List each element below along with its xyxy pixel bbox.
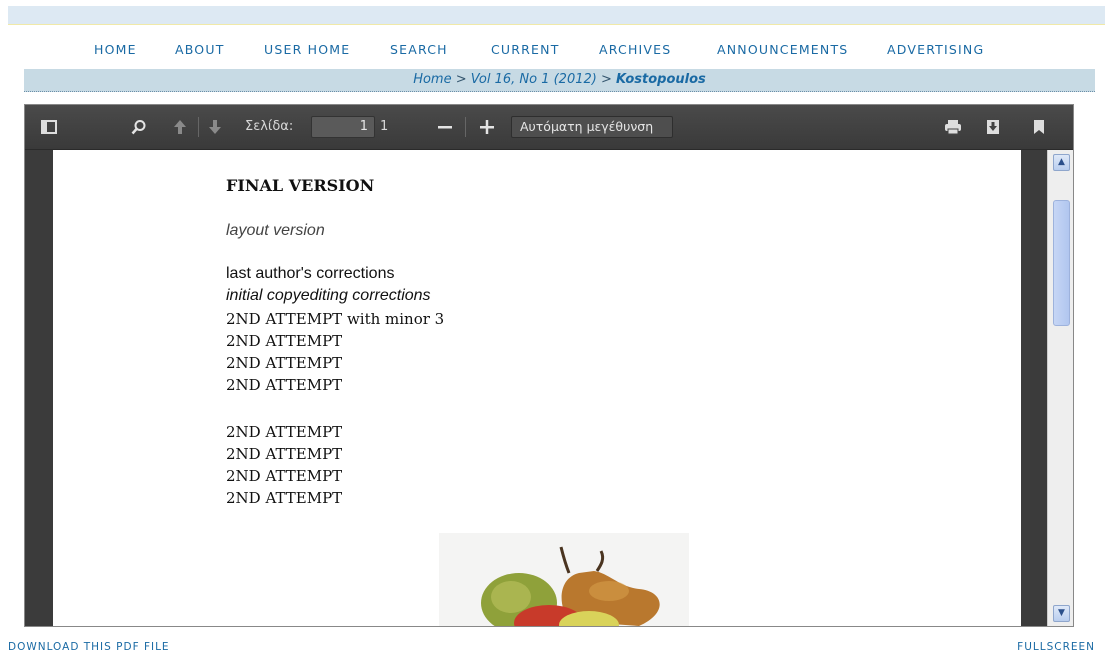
breadcrumb-separator: > [451,72,471,87]
page-number-input[interactable]: 1 [311,116,375,138]
download-pdf-link[interactable]: DOWNLOAD THIS PDF FILE [8,641,170,653]
download-icon[interactable] [983,117,1003,137]
doc-line: 2ND ATTEMPT [226,354,343,372]
page-label: Σελίδα: [245,119,294,134]
nav-search[interactable]: SEARCH [390,42,448,57]
doc-title: FINAL VERSION [226,176,375,195]
doc-line: 2ND ATTEMPT [226,489,343,507]
nav-about[interactable]: ABOUT [175,42,225,57]
zoom-out-icon[interactable] [435,117,455,137]
scroll-down-icon[interactable]: ▼ [1053,605,1070,622]
toolbar-divider [198,117,199,137]
pears-image [439,533,689,626]
search-icon[interactable] [129,117,149,137]
doc-line: 2ND ATTEMPT [226,445,343,463]
doc-line: last author's corrections [226,265,395,282]
nav-user-home[interactable]: USER HOME [264,42,350,57]
doc-line: 2ND ATTEMPT [226,467,343,485]
doc-line: 2ND ATTEMPT [226,332,343,350]
doc-subtitle: layout version [226,222,325,239]
doc-line: 2ND ATTEMPT [226,376,343,394]
bookmark-icon[interactable] [1029,117,1049,137]
viewer-canvas: FINAL VERSION layout version last author… [25,150,1047,626]
next-page-icon[interactable] [205,117,225,137]
vertical-scrollbar[interactable]: ▲ ▼ [1047,150,1073,626]
viewer-toolbar: Σελίδα: 1 1 Αυτόματη μεγέθυνση [25,105,1073,150]
zoom-select[interactable]: Αυτόματη μεγέθυνση [511,116,673,138]
breadcrumb-issue[interactable]: Vol 16, No 1 (2012) [471,72,597,87]
page-total: 1 [380,119,389,134]
scroll-up-icon[interactable]: ▲ [1053,154,1070,171]
nav-archives[interactable]: ARCHIVES [599,42,671,57]
breadcrumb-home[interactable]: Home [413,72,451,87]
previous-page-icon[interactable] [170,117,190,137]
breadcrumb-article: Kostopoulos [616,72,706,87]
sidebar-toggle-icon[interactable] [39,117,59,137]
nav-advertising[interactable]: ADVERTISING [887,42,984,57]
doc-line: 2ND ATTEMPT [226,423,343,441]
breadcrumb: Home > Vol 16, No 1 (2012) > Kostopoulos [24,69,1095,92]
nav-current[interactable]: CURRENT [491,42,560,57]
nav-home[interactable]: HOME [94,42,137,57]
scroll-thumb[interactable] [1053,200,1070,326]
top-band [8,6,1105,25]
nav-announcements[interactable]: ANNOUNCEMENTS [717,42,848,57]
pdf-page: FINAL VERSION layout version last author… [53,150,1021,626]
main-nav: HOME ABOUT USER HOME SEARCH CURRENT ARCH… [0,42,1105,62]
pdf-viewer: Σελίδα: 1 1 Αυτόματη μεγέθυνση FINAL VER… [24,104,1074,627]
print-icon[interactable] [943,117,963,137]
doc-line: 2ND ATTEMPT with minor 3 [226,310,445,328]
doc-line: initial copyediting corrections [226,287,431,304]
breadcrumb-separator: > [596,72,616,87]
fullscreen-link[interactable]: FULLSCREEN [1017,641,1095,653]
zoom-in-icon[interactable] [477,117,497,137]
toolbar-divider [465,117,466,137]
